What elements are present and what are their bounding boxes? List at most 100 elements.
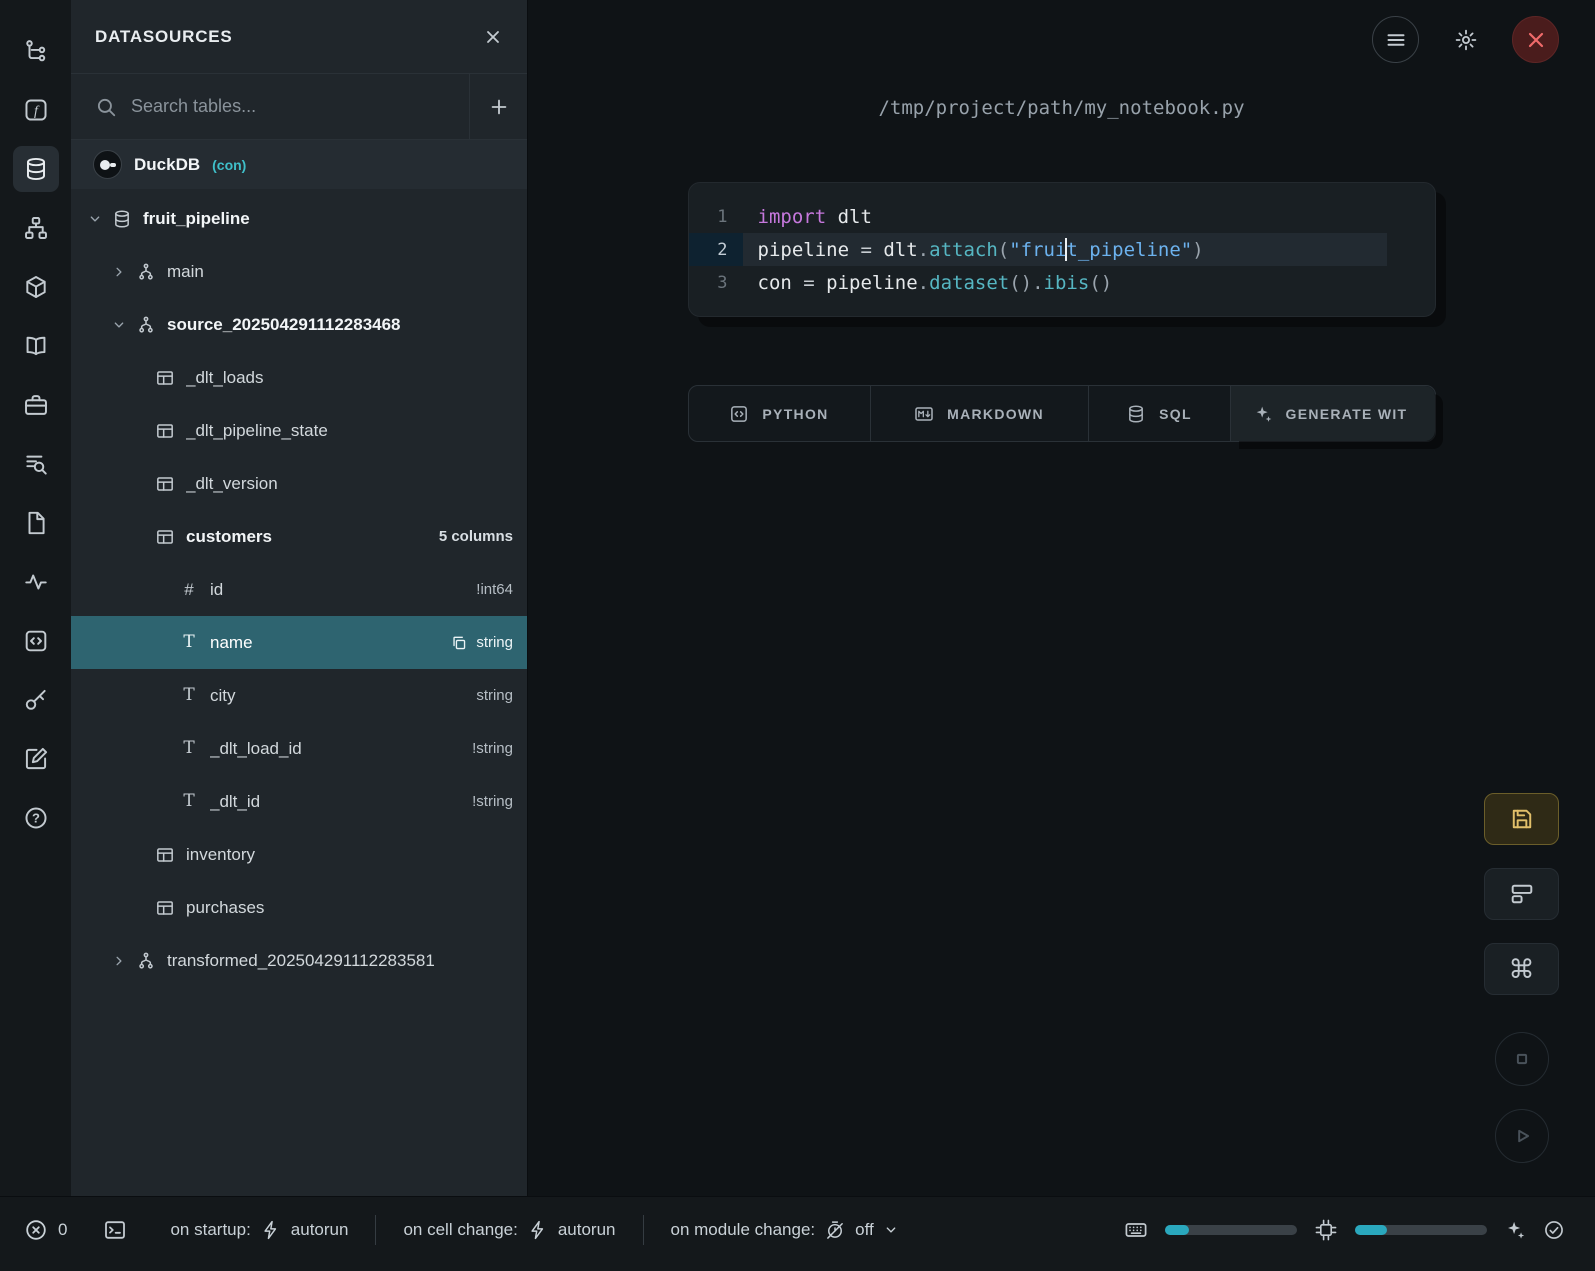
- tree-meta: !string: [472, 793, 513, 810]
- text-type-icon: T: [179, 633, 210, 653]
- generate-with-ai-button[interactable]: GENERATE WIT: [1231, 386, 1435, 441]
- log-search-button[interactable]: [13, 441, 59, 487]
- error-indicator[interactable]: 0: [24, 1218, 67, 1242]
- shutdown-button[interactable]: [1512, 16, 1559, 63]
- tree-structure-button[interactable]: [13, 28, 59, 74]
- keyboard-shortcuts-button[interactable]: ⌘: [1484, 943, 1559, 995]
- settings-button[interactable]: [1442, 16, 1489, 63]
- tree-row-_dlt_id[interactable]: T_dlt_id!string: [71, 775, 527, 828]
- ready-status-icon[interactable]: [1543, 1219, 1565, 1241]
- markdown-icon: [914, 404, 934, 424]
- menu-button[interactable]: [1372, 16, 1419, 63]
- search-input[interactable]: [131, 96, 469, 117]
- table-icon: [155, 474, 186, 494]
- hash-icon: #: [179, 580, 210, 600]
- add-sql-cell-button[interactable]: SQL: [1089, 386, 1231, 441]
- key-button[interactable]: [13, 677, 59, 723]
- svg-text:f: f: [34, 103, 40, 119]
- tree-row-purchases[interactable]: purchases: [71, 881, 527, 934]
- code-line: 3con = pipeline.dataset().ibis(): [689, 266, 1435, 299]
- startup-autorun-setting[interactable]: on startup:autorun: [143, 1219, 375, 1241]
- tree-row-inventory[interactable]: inventory: [71, 828, 527, 881]
- terminal-button[interactable]: [103, 1218, 127, 1242]
- tree-meta: 5 columns: [439, 528, 513, 545]
- tree-row-_dlt_pipeline_state[interactable]: _dlt_pipeline_state: [71, 404, 527, 457]
- help-button[interactable]: ?: [13, 795, 59, 841]
- play-icon: [1509, 1123, 1535, 1149]
- code-line: 2pipeline = dlt.attach("fruit_pipeline"): [689, 233, 1435, 266]
- database-icon: [112, 209, 143, 229]
- tree-row-fruit_pipeline[interactable]: fruit_pipeline: [71, 192, 527, 245]
- function-button[interactable]: f: [13, 87, 59, 133]
- connection-alias: (con): [212, 157, 246, 173]
- chip-slider[interactable]: [1355, 1225, 1487, 1235]
- text-type-icon: T: [179, 686, 210, 706]
- tree-label: _dlt_loads: [186, 368, 513, 388]
- activity-button[interactable]: [13, 559, 59, 605]
- save-button[interactable]: [1484, 793, 1559, 845]
- notebook-app: f? DATASOURCES DuckDB (con) fruit_pip: [0, 0, 1595, 1271]
- database-icon: [23, 156, 49, 182]
- layout-toggle-button[interactable]: [1484, 868, 1559, 920]
- code-cell[interactable]: 1import dlt2pipeline = dlt.attach("fruit…: [688, 182, 1436, 317]
- panel-title: DATASOURCES: [95, 27, 483, 47]
- add-markdown-cell-button[interactable]: MARKDOWN: [871, 386, 1089, 441]
- panel-close-button[interactable]: [483, 27, 503, 47]
- side-actions: ⌘: [1484, 793, 1559, 1163]
- tree-meta: !int64: [476, 581, 513, 598]
- search-icon: [95, 96, 117, 118]
- tree-row-customers[interactable]: customers5 columns: [71, 510, 527, 563]
- tree-row-_dlt_version[interactable]: _dlt_version: [71, 457, 527, 510]
- cell-change-autorun-setting[interactable]: on cell change:autorun: [376, 1219, 642, 1241]
- content-area: f? DATASOURCES DuckDB (con) fruit_pip: [0, 0, 1595, 1196]
- tree-row-id[interactable]: #id!int64: [71, 563, 527, 616]
- file-icon: [23, 510, 49, 536]
- table-icon: [155, 368, 186, 388]
- tree-structure-icon: [23, 38, 49, 64]
- toolbox-button[interactable]: [13, 382, 59, 428]
- file-button[interactable]: [13, 500, 59, 546]
- duckdb-connection-row[interactable]: DuckDB (con): [71, 140, 527, 189]
- book-button[interactable]: [13, 323, 59, 369]
- keyboard-slider[interactable]: [1165, 1225, 1297, 1235]
- code-text[interactable]: pipeline = dlt.attach("fruit_pipeline"): [743, 233, 1387, 266]
- schema-icon: [136, 315, 167, 335]
- slider-fill: [1355, 1225, 1387, 1235]
- line-number: 3: [689, 266, 743, 299]
- tree-label: _dlt_version: [186, 474, 513, 494]
- interrupt-button[interactable]: [1495, 1032, 1549, 1086]
- workflow-button[interactable]: [13, 205, 59, 251]
- tree-row-source_202504291112283468[interactable]: source_202504291112283468: [71, 298, 527, 351]
- tree-row-_dlt_load_id[interactable]: T_dlt_load_id!string: [71, 722, 527, 775]
- snippet-button[interactable]: [13, 618, 59, 664]
- tree-label: id: [210, 580, 476, 600]
- scratchpad-button[interactable]: [13, 736, 59, 782]
- tree-row-_dlt_loads[interactable]: _dlt_loads: [71, 351, 527, 404]
- code-text[interactable]: import dlt: [743, 200, 1435, 233]
- package-button[interactable]: [13, 264, 59, 310]
- status-label: on cell change:: [403, 1220, 517, 1240]
- toolbox-icon: [23, 392, 49, 418]
- menu-icon: [1384, 28, 1408, 52]
- tree-row-name[interactable]: Tnamestring: [71, 616, 527, 669]
- tree-row-main[interactable]: main: [71, 245, 527, 298]
- add-python-cell-button[interactable]: PYTHON: [689, 386, 871, 441]
- database-button[interactable]: [13, 146, 59, 192]
- tree-meta: !string: [472, 740, 513, 757]
- tree-row-transformed_202504291112283581[interactable]: transformed_202504291112283581: [71, 934, 527, 987]
- search-row: [71, 74, 527, 140]
- ai-assistant-button[interactable]: [1504, 1219, 1526, 1241]
- status-groups: on startup:autorunon cell change:autorun…: [143, 1215, 925, 1245]
- add-datasource-button[interactable]: [469, 74, 527, 139]
- module-change-setting[interactable]: on module change:off: [644, 1219, 926, 1241]
- chevron-down-icon: [883, 1222, 899, 1238]
- activity-bar: f?: [0, 0, 71, 1196]
- log-search-icon: [23, 451, 49, 477]
- status-value: autorun: [291, 1220, 349, 1240]
- sparkle-icon: [1253, 404, 1273, 424]
- tree-row-city[interactable]: Tcitystring: [71, 669, 527, 722]
- chevron-down-icon: [111, 317, 136, 333]
- run-button[interactable]: [1495, 1109, 1549, 1163]
- tree-label: name: [210, 633, 450, 653]
- code-text[interactable]: con = pipeline.dataset().ibis(): [743, 266, 1435, 299]
